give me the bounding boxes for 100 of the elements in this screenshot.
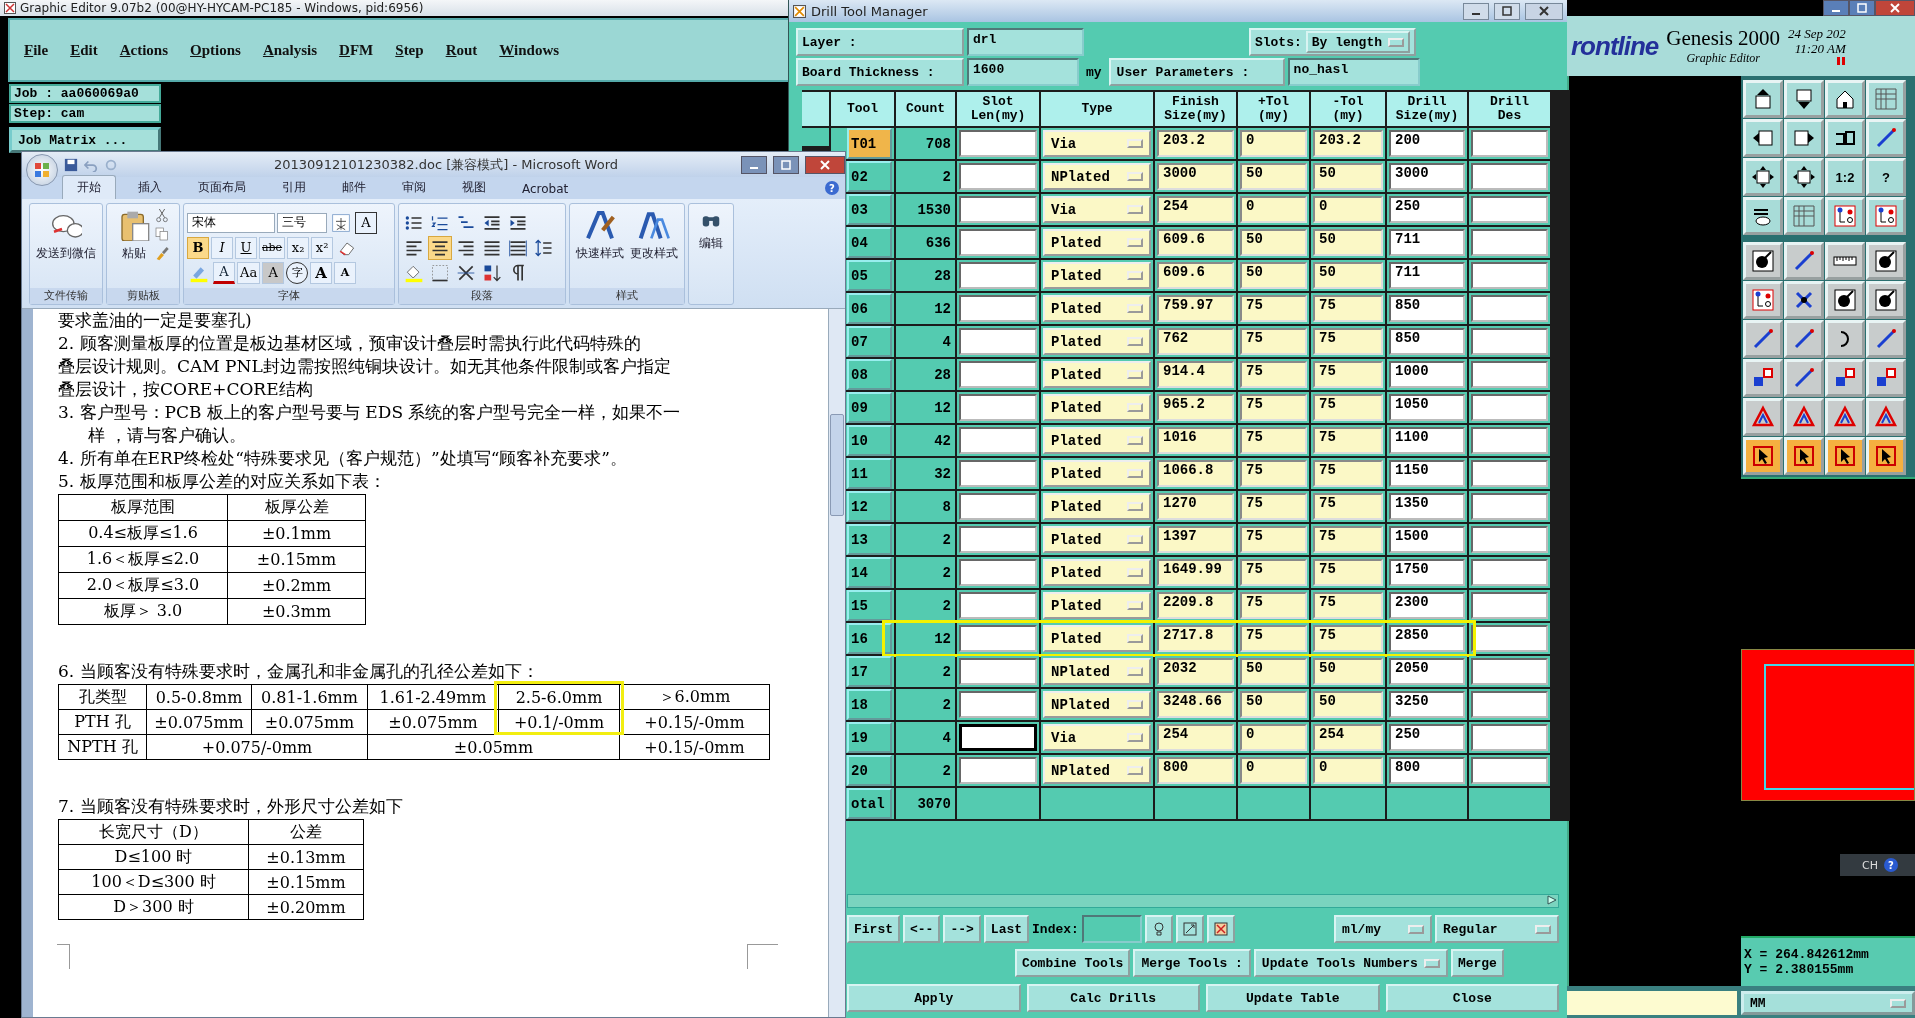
slot-field[interactable] [959,460,1037,487]
tool-cell[interactable]: 14 [847,557,892,588]
plus-tolerance-field[interactable]: 75 [1240,328,1307,355]
menu-item[interactable]: File [24,41,49,59]
copy-icon[interactable] [154,226,170,242]
tool-button[interactable] [1743,119,1783,157]
tool-button[interactable] [1743,359,1783,397]
minimize-button[interactable] [1463,2,1489,20]
drill-size-field[interactable]: 850 [1389,328,1465,355]
tool-button[interactable] [1866,320,1906,358]
user-parameters-button[interactable]: User Parameters : [1108,58,1285,86]
vertical-scrollbar[interactable] [828,309,845,1017]
plus-tolerance-field[interactable]: 75 [1240,295,1307,322]
menu-item[interactable]: Windows [499,41,560,59]
tool-button[interactable] [1866,119,1906,157]
minus-tolerance-field[interactable]: 75 [1313,427,1383,454]
type-dropdown[interactable]: NPlated [1043,691,1151,718]
finish-size-field[interactable]: 1016 [1157,427,1234,454]
finish-size-field[interactable]: 2717.8 [1157,625,1234,652]
tool-button[interactable] [1784,359,1824,397]
help-button[interactable]: ? [1883,858,1898,872]
finish-size-field[interactable]: 203.2 [1157,130,1234,157]
tool-cell[interactable]: 10 [847,425,892,456]
type-dropdown[interactable]: Plated [1043,493,1151,520]
tool-cell[interactable]: 05 [847,260,892,291]
finish-size-field[interactable]: 3248.66 [1157,691,1234,718]
tool-button[interactable] [1825,320,1865,358]
menu-item[interactable]: Step [395,41,424,59]
tool-button[interactable] [1866,437,1906,475]
type-dropdown[interactable]: Plated [1043,295,1151,322]
finish-size-field[interactable]: 1270 [1157,493,1234,520]
drill-des-field[interactable] [1471,163,1548,190]
grow-font-button[interactable]: A [310,261,333,284]
send-to-wechat-button[interactable]: 发送到微信 [34,207,98,264]
scissors-icon[interactable] [154,207,170,223]
drill-des-field[interactable] [1471,658,1548,685]
format-button[interactable]: abe [259,236,286,259]
font-dropdown[interactable]: 宋体 [187,212,275,233]
type-dropdown[interactable]: Plated [1043,229,1151,256]
drill-size-field[interactable]: 2300 [1389,592,1465,619]
slot-field[interactable] [959,757,1037,784]
plus-tolerance-field[interactable]: 75 [1240,625,1307,652]
type-dropdown[interactable]: Plated [1043,427,1151,454]
action-button[interactable]: Apply [847,984,1021,1012]
minimize-button[interactable] [741,155,767,174]
align-center-icon[interactable] [428,235,452,260]
plus-tolerance-field[interactable]: 0 [1240,724,1307,751]
tool-button[interactable] [1866,359,1906,397]
type-dropdown[interactable]: NPlated [1043,757,1151,784]
scroll-thumb[interactable] [830,414,844,516]
slot-field[interactable] [959,163,1037,190]
action-button[interactable]: Close [1385,984,1559,1012]
tool-button[interactable] [1866,242,1906,280]
finish-size-field[interactable]: 800 [1157,757,1234,784]
drill-des-field[interactable] [1471,724,1548,751]
tool-cell[interactable]: 07 [847,326,892,357]
slot-field[interactable] [959,658,1037,685]
plus-tolerance-field[interactable]: 50 [1240,229,1307,256]
drill-des-field[interactable] [1471,592,1548,619]
drill-des-field[interactable] [1471,493,1548,520]
finish-size-field[interactable]: 762 [1157,328,1234,355]
drill-des-field[interactable] [1471,262,1548,289]
menu-item[interactable]: Edit [70,41,98,59]
combine-tools-button[interactable]: Combine Tools [1015,949,1131,977]
minus-tolerance-field[interactable]: 50 [1313,262,1383,289]
minus-tolerance-field[interactable]: 0 [1313,757,1383,784]
tool-button[interactable] [1784,281,1824,319]
type-dropdown[interactable]: Plated [1043,592,1151,619]
drill-size-field[interactable]: 3250 [1389,691,1465,718]
drill-size-field[interactable]: 250 [1389,196,1465,223]
tool-cell[interactable]: 19 [847,722,892,753]
shrink-font-button[interactable]: A [334,261,357,284]
slot-field[interactable] [959,526,1037,553]
ribbon-tab[interactable]: 视图 [448,176,500,199]
finish-size-field[interactable]: 1066.8 [1157,460,1234,487]
tool-button[interactable] [1743,437,1783,475]
minus-tolerance-field[interactable]: 50 [1313,691,1383,718]
close-button[interactable] [805,155,845,174]
drill-des-field[interactable] [1471,328,1548,355]
finish-size-field[interactable]: 254 [1157,196,1234,223]
tool-button[interactable] [1743,242,1783,280]
finish-size-field[interactable]: 914.4 [1157,361,1234,388]
menu-item[interactable]: DFM [339,41,374,59]
office-button[interactable] [26,153,58,186]
units-dropdown[interactable]: MM [1741,991,1915,1015]
drill-size-field[interactable]: 1000 [1389,361,1465,388]
tool-cell[interactable]: 17 [847,656,892,687]
tool-button[interactable] [1743,158,1783,196]
drill-des-field[interactable] [1471,691,1548,718]
plus-tolerance-field[interactable]: 0 [1240,130,1307,157]
tool-button[interactable] [1784,242,1824,280]
tool-cell[interactable]: 20 [847,755,892,786]
drill-des-field[interactable] [1471,394,1548,421]
plus-tolerance-field[interactable]: 75 [1240,592,1307,619]
tool-button[interactable] [1825,119,1865,157]
job-matrix-button[interactable]: Job Matrix ... [9,127,161,153]
minus-tolerance-field[interactable]: 50 [1313,229,1383,256]
ribbon-tab[interactable]: 插入 [124,176,176,199]
update-tools-dropdown[interactable]: Update Tools Numbers [1253,949,1448,977]
nav-button[interactable]: First [847,915,900,943]
